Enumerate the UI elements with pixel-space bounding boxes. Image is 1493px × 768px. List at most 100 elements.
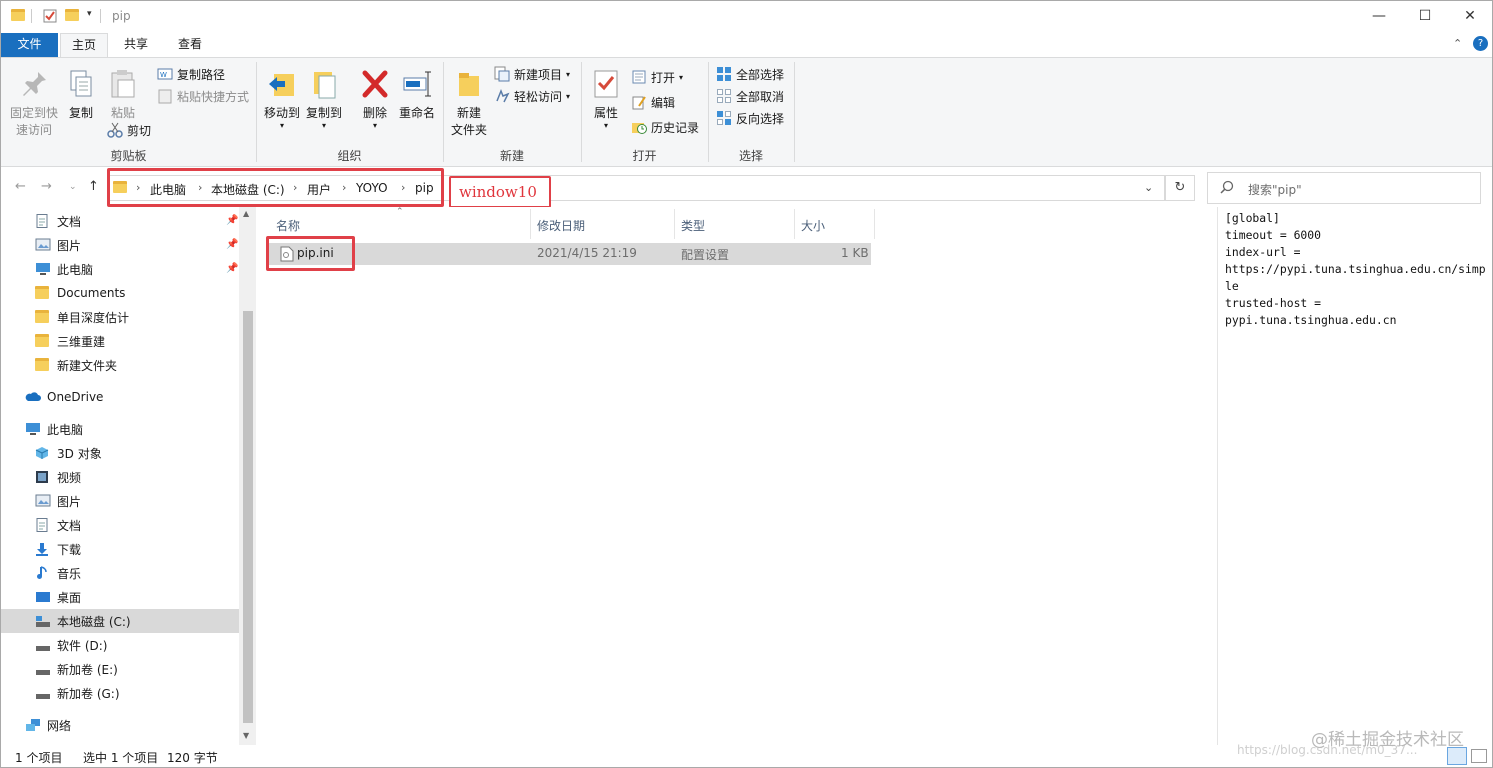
nav-item-drive-d[interactable]: 软件 (D:) xyxy=(1,633,239,657)
history-button[interactable]: 历史记录 xyxy=(631,117,699,137)
computer-icon xyxy=(25,422,41,436)
move-to-button[interactable]: 移动到 ▾ xyxy=(261,68,303,130)
close-button[interactable]: ✕ xyxy=(1447,1,1493,31)
nav-item-desktop[interactable]: 桌面 xyxy=(1,585,239,609)
copy-path-button[interactable]: W 复制路径 xyxy=(157,64,225,84)
column-header-size[interactable]: 大小 xyxy=(801,217,825,234)
pin-icon[interactable]: 📌 xyxy=(226,215,238,226)
tab-file[interactable]: 文件 xyxy=(1,33,58,57)
collapse-ribbon-icon[interactable]: ⌃ xyxy=(1453,37,1462,50)
column-header-modified[interactable]: 修改日期 xyxy=(537,217,585,234)
rename-button[interactable]: 重命名 xyxy=(396,68,438,121)
new-item-icon xyxy=(494,66,510,82)
cut-button[interactable]: 剪切 xyxy=(107,120,151,140)
nav-item-videos[interactable]: 视频 xyxy=(1,465,239,489)
file-type: 配置设置 xyxy=(681,248,730,262)
nav-item-pictures[interactable]: 图片 xyxy=(1,233,239,257)
scroll-up-icon[interactable]: ▲ xyxy=(243,209,249,218)
select-none-label: 全部取消 xyxy=(736,89,785,104)
customize-quick-access-icon[interactable]: ▾ xyxy=(87,9,92,19)
select-all-button[interactable]: 全部选择 xyxy=(716,64,784,84)
nav-item-local-disk-c[interactable]: 本地磁盘 (C:) xyxy=(1,609,239,633)
nav-item-depth-estimation[interactable]: 单目深度估计 xyxy=(1,305,239,329)
forward-arrow-icon[interactable]: → xyxy=(41,179,52,194)
select-none-button[interactable]: 全部取消 xyxy=(716,86,784,106)
nav-item-this-pc-quick[interactable]: 此电脑 xyxy=(1,257,239,281)
minimize-button[interactable]: — xyxy=(1356,1,1402,31)
history-icon xyxy=(631,119,647,135)
nav-item-3d-reconstruction[interactable]: 三维重建 xyxy=(1,329,239,353)
column-divider[interactable] xyxy=(530,209,531,239)
large-icons-view-icon[interactable] xyxy=(1471,749,1487,763)
computer-icon xyxy=(35,262,51,276)
new-item-button[interactable]: 新建项目 ▾ xyxy=(494,64,570,84)
new-group-label: 新建 xyxy=(499,149,524,163)
refresh-icon[interactable]: ↻ xyxy=(1165,175,1195,201)
recent-locations-icon[interactable]: ⌄ xyxy=(69,182,77,192)
nav-scrollbar-thumb[interactable] xyxy=(243,311,253,723)
nav-item-label: 此电脑 xyxy=(47,422,84,437)
nav-item-network[interactable]: 网络 xyxy=(1,713,239,737)
search-box[interactable]: 搜索"pip" xyxy=(1207,172,1481,204)
status-selected: 选中 1 个项目 xyxy=(83,751,159,765)
column-divider[interactable] xyxy=(674,209,675,239)
nav-item-drive-e[interactable]: 新加卷 (E:) xyxy=(1,657,239,681)
pin-icon[interactable]: 📌 xyxy=(226,263,238,274)
delete-button[interactable]: 删除 ▾ xyxy=(357,68,393,130)
address-dropdown-icon[interactable]: ⌄ xyxy=(1144,181,1153,194)
paste-shortcut-button[interactable]: 粘贴快捷方式 xyxy=(157,86,249,106)
nav-item-music[interactable]: 音乐 xyxy=(1,561,239,585)
nav-item-3d-objects[interactable]: 3D 对象 xyxy=(1,441,239,465)
back-arrow-icon[interactable]: ← xyxy=(15,179,26,194)
cloud-icon xyxy=(25,390,41,404)
scissors-icon xyxy=(107,122,123,138)
maximize-button[interactable]: ☐ xyxy=(1402,1,1448,31)
folder-icon xyxy=(35,286,51,300)
pin-icon[interactable]: 📌 xyxy=(226,239,238,250)
properties-button[interactable]: 属性 ▾ xyxy=(589,68,623,130)
nav-item-documents-folder[interactable]: Documents xyxy=(1,281,239,305)
paste-icon xyxy=(107,68,139,100)
nav-item-documents[interactable]: 文档 xyxy=(1,209,239,233)
column-header-type[interactable]: 类型 xyxy=(681,217,705,234)
column-divider[interactable] xyxy=(794,209,795,239)
scroll-down-icon[interactable]: ▼ xyxy=(243,731,249,740)
address-highlight-box xyxy=(107,168,444,207)
nav-item-pictures-pc[interactable]: 图片 xyxy=(1,489,239,513)
edit-pencil-icon xyxy=(631,94,647,110)
nav-item-label: OneDrive xyxy=(47,390,104,404)
nav-item-documents-pc[interactable]: 文档 xyxy=(1,513,239,537)
paste-button[interactable]: 粘贴 xyxy=(105,68,141,121)
easy-access-button[interactable]: 轻松访问 ▾ xyxy=(494,86,570,106)
nav-item-this-pc[interactable]: 此电脑 xyxy=(1,417,239,441)
column-header-name[interactable]: 名称 xyxy=(276,217,300,234)
open-button[interactable]: 打开 ▾ xyxy=(631,67,683,87)
search-placeholder: 搜索"pip" xyxy=(1248,183,1302,197)
invert-selection-button[interactable]: 反向选择 xyxy=(716,108,784,128)
nav-item-new-folder[interactable]: 新建文件夹 xyxy=(1,353,239,377)
nav-item-label: 软件 (D:) xyxy=(57,638,108,653)
tab-home[interactable]: 主页 xyxy=(60,33,108,57)
nav-item-downloads[interactable]: 下载 xyxy=(1,537,239,561)
nav-item-label: 新加卷 (G:) xyxy=(57,686,120,701)
nav-item-label: Documents xyxy=(57,286,126,300)
dropdown-arrow-icon: ▾ xyxy=(566,69,571,79)
new-folder-button[interactable]: 新建 文件夹 xyxy=(449,68,489,138)
pin-quick-access-button[interactable]: 固定到快 速访问 xyxy=(7,68,61,138)
edit-button[interactable]: 编辑 xyxy=(631,92,675,112)
up-arrow-icon[interactable]: ↑ xyxy=(88,179,99,194)
folder-icon xyxy=(11,9,25,23)
drive-icon xyxy=(35,662,51,676)
column-divider[interactable] xyxy=(874,209,875,239)
table-row[interactable]: pip.ini 2021/4/15 21:19 配置设置 1 KB xyxy=(267,243,871,265)
tab-view[interactable]: 查看 xyxy=(166,33,214,57)
nav-item-onedrive[interactable]: OneDrive xyxy=(1,385,239,409)
nav-item-label: 音乐 xyxy=(57,566,82,581)
new-folder-quick-icon[interactable] xyxy=(65,9,79,23)
copy-button[interactable]: 复制 xyxy=(63,68,99,121)
nav-item-drive-g[interactable]: 新加卷 (G:) xyxy=(1,681,239,705)
help-icon[interactable]: ? xyxy=(1473,36,1488,51)
properties-check-icon[interactable] xyxy=(43,9,57,23)
tab-share[interactable]: 共享 xyxy=(112,33,160,57)
copy-to-button[interactable]: 复制到 ▾ xyxy=(303,68,345,130)
